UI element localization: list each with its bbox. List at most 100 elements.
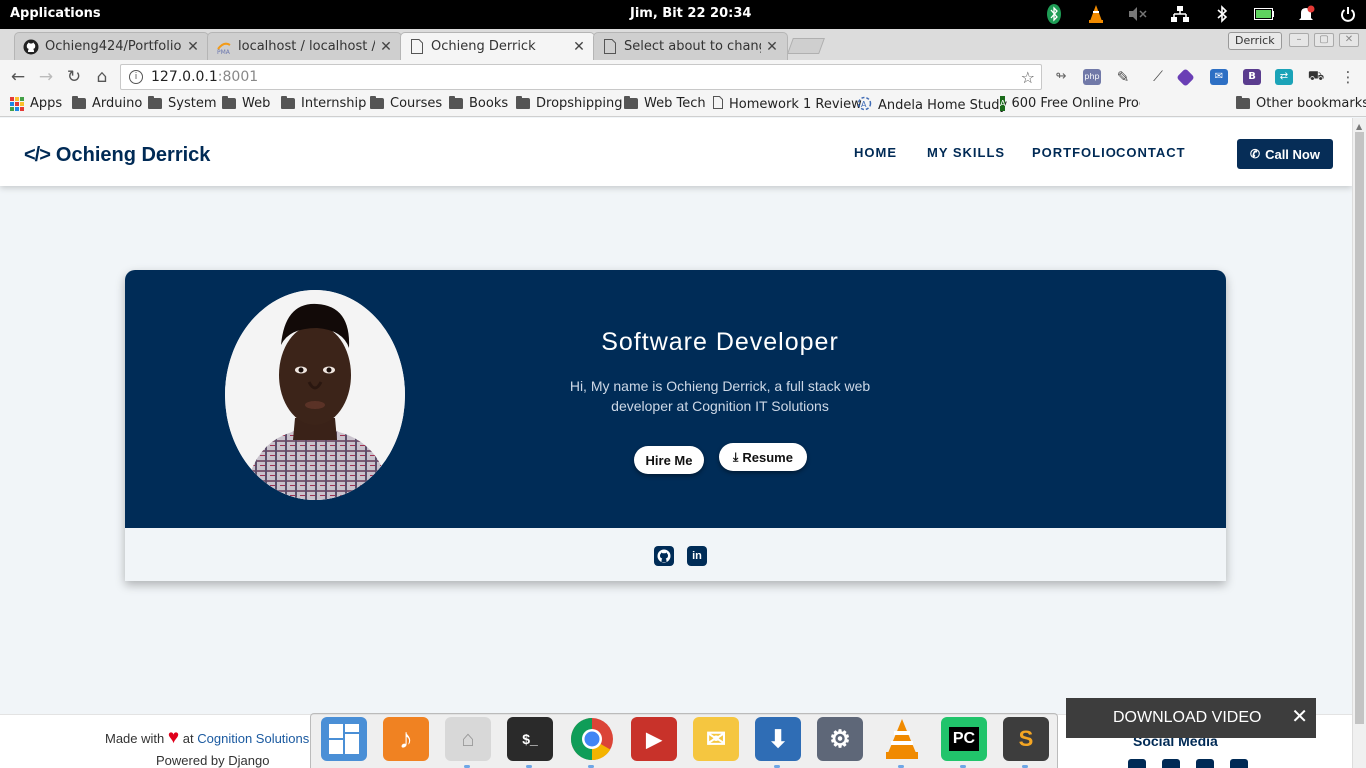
linkedin-icon[interactable] [1162,759,1180,768]
extension-eyedropper-icon[interactable]: ⟋ [1149,69,1167,85]
folder-icon [449,96,463,109]
twitter-icon[interactable] [1230,759,1248,768]
close-tab-icon[interactable]: ✕ [379,39,393,55]
company-link[interactable]: Cognition Solutions [197,731,309,746]
extension-pencil-icon[interactable]: ✎ [1114,69,1132,85]
vlc-icon[interactable] [879,717,925,761]
address-bar[interactable]: i 127.0.0.1:8001 ☆ [120,64,1042,90]
tab-github[interactable]: Ochieng424/Portfolio: P ✕ [14,32,209,60]
sublime-icon[interactable]: S [1003,717,1049,761]
applications-menu[interactable]: Applications [10,6,101,21]
nav-home[interactable]: HOME [854,145,897,160]
download-icon: ⤓ [733,449,739,464]
nav-my-skills[interactable]: MY SKILLS [927,145,1005,160]
bluetooth-app-icon[interactable] [1044,4,1064,24]
bookmark-web[interactable]: Web [222,96,270,111]
home-icon[interactable]: ⌂ [91,66,113,88]
linkedin-icon[interactable]: in [687,546,707,566]
extension-cube-icon[interactable] [1176,68,1195,87]
tab-phpmyadmin[interactable]: PMA localhost / localhost / Pc ✕ [207,32,402,60]
network-icon[interactable] [1170,4,1190,24]
desktop-icon[interactable] [321,717,367,761]
extension-link-icon[interactable]: ↬ [1052,69,1070,85]
bookmark-600-free[interactable]: A 600 Free Online Prog [1000,96,1140,111]
bookmark-other[interactable]: Other bookmarks [1236,96,1366,111]
close-tab-icon[interactable]: ✕ [186,39,200,55]
browser-tab-strip: Ochieng424/Portfolio: P ✕ PMA localhost … [0,29,1366,60]
files-icon[interactable]: ⌂ [445,717,491,761]
andela-icon: A [857,96,872,115]
chrome-icon[interactable] [569,717,615,761]
extension-php-icon[interactable]: php [1083,69,1101,85]
close-tab-icon[interactable]: ✕ [765,39,779,55]
close-window-icon[interactable]: ✕ [1339,33,1359,47]
bookmark-star-icon[interactable]: ☆ [1021,68,1035,87]
site-brand[interactable]: </> Ochieng Derrick [24,144,210,167]
vlc-tray-icon[interactable] [1086,4,1106,24]
clock[interactable]: Jim, Bit 22 20:34 [630,6,751,21]
site-info-icon[interactable]: i [129,70,143,84]
resume-button[interactable]: ⤓ Resume [719,443,807,471]
tab-admin[interactable]: Select about to change ✕ [593,32,788,60]
bookmark-andela[interactable]: A Andela Home Study [857,96,1007,115]
nav-portfolio[interactable]: PORTFOLIO [1032,145,1117,160]
tab-title: Ochieng424/Portfolio: P [45,39,182,54]
battery-icon[interactable] [1254,4,1274,24]
music-icon[interactable]: ♪ [383,717,429,761]
folder-icon [624,96,638,109]
github-icon[interactable] [654,546,674,566]
page-scrollbar[interactable]: ▲ [1352,118,1366,768]
bookmark-books[interactable]: Books [449,96,508,111]
back-icon[interactable]: ← [7,66,29,88]
downloader-icon[interactable]: ⬇ [755,717,801,761]
scroll-up-icon[interactable]: ▲ [1356,122,1362,131]
bluetooth-icon[interactable] [1212,4,1232,24]
power-icon[interactable] [1338,4,1358,24]
svg-text:A: A [861,100,867,109]
notification-bell-icon[interactable] [1296,4,1316,24]
maximize-icon[interactable]: ▢ [1314,33,1334,47]
extension-sync-icon[interactable]: ⇄ [1275,69,1293,85]
reload-icon[interactable]: ↻ [63,66,85,88]
settings-icon[interactable]: ⚙ [817,717,863,761]
bookmark-internship[interactable]: Internship [281,96,366,111]
phone-icon: ✆ [1250,147,1261,161]
download-video-banner[interactable]: DOWNLOAD VIDEO ✕ [1066,698,1316,738]
pycharm-icon[interactable]: PC [941,717,987,761]
forward-icon[interactable]: → [35,66,57,88]
brand-name: Ochieng Derrick [55,144,211,166]
extension-car-icon[interactable]: ⛟ [1307,69,1325,85]
folder-icon [516,96,530,109]
close-icon[interactable]: ✕ [1291,706,1308,728]
bookmark-dropshipping[interactable]: Dropshipping [516,96,623,111]
tab-title: Select about to change [624,39,761,54]
instagram-icon[interactable] [1196,759,1214,768]
call-now-button[interactable]: ✆ Call Now [1237,139,1333,169]
tab-ochieng-derrick[interactable]: Ochieng Derrick ✕ [400,32,595,60]
hire-me-button[interactable]: Hire Me [634,446,704,474]
mail-icon[interactable]: ✉ [693,717,739,761]
volume-muted-icon[interactable] [1128,4,1148,24]
bookmark-courses[interactable]: Courses [370,96,442,111]
chrome-menu-icon[interactable]: ⋮ [1339,69,1357,85]
bookmark-system[interactable]: System [148,96,216,111]
folder-icon [370,96,384,109]
close-tab-icon[interactable]: ✕ [572,39,586,55]
bookmark-web-tech[interactable]: Web Tech [624,96,706,111]
nav-contact[interactable]: CONTACT [1116,145,1186,160]
bookmark-arduino[interactable]: Arduino [72,96,142,111]
bookmark-homework[interactable]: Homework 1 Review [713,96,862,113]
extension-bootstrap-icon[interactable]: B [1243,69,1261,85]
new-tab-button[interactable] [787,38,825,54]
profile-chip[interactable]: Derrick [1228,32,1282,50]
github-icon[interactable] [1128,759,1146,768]
bookmark-label: Homework 1 Review [729,97,862,112]
bookmark-apps[interactable]: Apps [10,96,62,111]
terminal-icon[interactable]: $_ [507,717,553,761]
video-icon[interactable]: ▶ [631,717,677,761]
page-viewport[interactable]: </> Ochieng Derrick HOME MY SKILLS PORTF… [0,118,1352,768]
minimize-icon[interactable]: – [1289,33,1309,47]
scrollbar-thumb[interactable] [1355,132,1364,724]
extension-mail-icon[interactable]: ✉ [1210,69,1228,85]
page-icon [713,96,723,113]
